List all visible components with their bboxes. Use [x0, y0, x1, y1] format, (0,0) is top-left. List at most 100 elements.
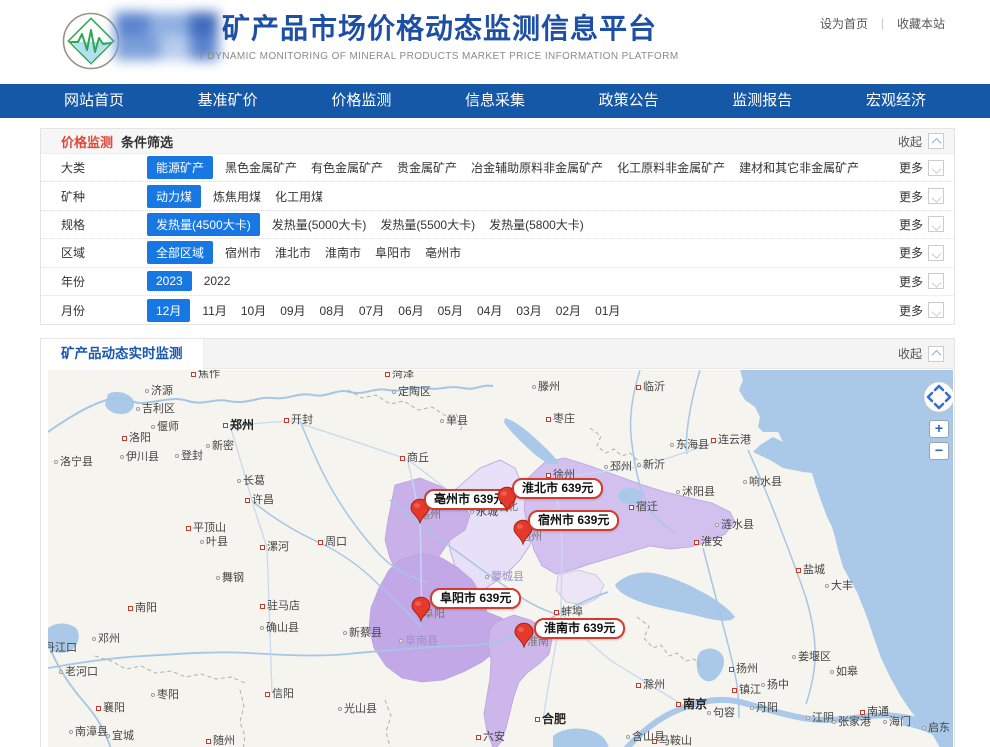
filter-option-selected[interactable]: 12月	[147, 299, 190, 322]
nav-item-3[interactable]: 价格监测	[331, 84, 391, 118]
filter-option[interactable]: 发热量(5000大卡)	[270, 213, 369, 236]
monitor-collapse-button[interactable]: 收起	[898, 345, 944, 362]
filter-option-selected[interactable]: 发热量(4500大卡)	[147, 213, 260, 236]
nav-item-1[interactable]: 网站首页	[64, 84, 124, 118]
map-city-label: 滁州	[636, 678, 665, 692]
filter-option[interactable]: 化工原料非金属矿产	[615, 156, 727, 179]
price-label-bubble[interactable]: 淮北市 639元	[512, 478, 603, 499]
favorite-link[interactable]: 收藏本站	[897, 15, 945, 32]
filter-option[interactable]: 05月	[436, 299, 465, 322]
map-pan-control[interactable]	[922, 380, 953, 414]
filter-option[interactable]: 01月	[593, 299, 622, 322]
county-marker-icon	[392, 390, 396, 394]
filter-option[interactable]: 发热量(5800大卡)	[487, 213, 586, 236]
price-label-bubble[interactable]: 阜阳市 639元	[430, 588, 521, 609]
city-marker-icon	[535, 717, 540, 722]
filter-option-selected[interactable]: 能源矿产	[147, 156, 213, 179]
map-city-label: 宜城	[106, 729, 134, 743]
county-marker-icon	[485, 575, 489, 579]
map-city-label: 姜堰区	[792, 650, 831, 664]
set-home-link[interactable]: 设为首页	[820, 15, 868, 32]
filter-option[interactable]: 建材和其它非金属矿产	[737, 156, 861, 179]
monitor-tab[interactable]: 矿产品动态实时监测	[41, 339, 204, 369]
filter-option[interactable]: 淮北市	[273, 241, 313, 264]
city-name: 邓州	[98, 632, 120, 646]
more-button[interactable]: 更多	[899, 244, 944, 261]
filter-option[interactable]: 02月	[554, 299, 583, 322]
map-canvas[interactable]: 焦作济源吉利区偃师洛阳洛宁县伊川县登封新密郑州开封菏泽定陶区单县商丘长葛许昌平顶…	[48, 370, 953, 747]
filter-option[interactable]: 淮南市	[323, 241, 363, 264]
city-name: 南京	[683, 697, 707, 711]
filter-option[interactable]: 黑色金属矿产	[223, 156, 299, 179]
city-name: 商丘	[407, 451, 429, 465]
chevron-down-icon[interactable]	[928, 302, 944, 318]
more-button[interactable]: 更多	[899, 159, 944, 176]
filter-option[interactable]: 2022	[202, 271, 233, 291]
price-pin-icon[interactable]	[410, 596, 432, 622]
map-city-label: 驻马店	[260, 599, 300, 613]
chevron-up-icon[interactable]	[928, 133, 944, 149]
filter-option[interactable]: 有色金属矿产	[309, 156, 385, 179]
city-name: 登封	[181, 449, 203, 463]
more-button[interactable]: 更多	[899, 273, 944, 290]
chevron-down-icon[interactable]	[928, 160, 944, 176]
chevron-down-icon[interactable]	[928, 216, 944, 232]
filter-option[interactable]: 阜阳市	[373, 241, 413, 264]
chevron-down-icon[interactable]	[928, 273, 944, 289]
filter-row-label: 月份	[61, 302, 147, 319]
city-name: 合肥	[542, 712, 566, 726]
zoom-in-button[interactable]: +	[929, 420, 949, 438]
filter-option[interactable]: 06月	[396, 299, 425, 322]
county-marker-icon	[604, 465, 608, 469]
nav-item-7[interactable]: 宏观经济	[866, 84, 926, 118]
chevron-down-icon[interactable]	[928, 245, 944, 261]
filter-collapse-button[interactable]: 收起	[898, 133, 944, 150]
map-city-label: 盐城	[796, 563, 825, 577]
chevron-down-icon[interactable]	[928, 188, 944, 204]
filter-option[interactable]: 07月	[357, 299, 386, 322]
zoom-out-button[interactable]: −	[929, 442, 949, 460]
city-name: 襄阳	[103, 701, 125, 715]
filter-option[interactable]: 发热量(5500大卡)	[378, 213, 477, 236]
city-marker-icon	[629, 505, 634, 510]
nav-item-4[interactable]: 信息采集	[465, 84, 525, 118]
city-marker-icon	[546, 473, 551, 478]
chevron-up-icon[interactable]	[928, 346, 944, 362]
filter-option[interactable]: 亳州市	[423, 241, 463, 264]
city-marker-icon	[476, 735, 481, 740]
map-city-label: 漯河	[260, 540, 289, 554]
map-city-label: 菏泽	[385, 370, 414, 381]
filter-option-selected[interactable]: 2023	[147, 271, 192, 291]
price-label-bubble[interactable]: 宿州市 639元	[528, 510, 619, 531]
more-button[interactable]: 更多	[899, 188, 944, 205]
more-button[interactable]: 更多	[899, 216, 944, 233]
filter-option[interactable]: 冶金辅助原料非金属矿产	[469, 156, 605, 179]
nav-item-2[interactable]: 基准矿价	[198, 84, 258, 118]
filter-option[interactable]: 宿州市	[223, 241, 263, 264]
city-name: 句容	[713, 706, 735, 720]
filter-options: 全部区域宿州市淮北市淮南市阜阳市亳州市	[147, 241, 463, 264]
filter-option[interactable]: 化工用煤	[273, 185, 325, 208]
map-city-label: 扬中	[761, 678, 789, 692]
price-pin-icon[interactable]	[513, 622, 535, 648]
more-button[interactable]: 更多	[899, 302, 944, 319]
nav-item-5[interactable]: 政策公告	[599, 84, 659, 118]
filter-option[interactable]: 03月	[514, 299, 543, 322]
filter-option-selected[interactable]: 全部区域	[147, 241, 213, 264]
filter-option[interactable]: 10月	[239, 299, 268, 322]
county-marker-icon	[532, 385, 536, 389]
county-marker-icon	[440, 419, 444, 423]
map-city-label: 随州	[206, 734, 235, 747]
filter-option-selected[interactable]: 动力煤	[147, 185, 201, 208]
filter-option[interactable]: 04月	[475, 299, 504, 322]
filter-option[interactable]: 贵金属矿产	[395, 156, 459, 179]
filter-option[interactable]: 11月	[200, 299, 228, 322]
filter-option[interactable]: 08月	[318, 299, 347, 322]
city-name: 蒙城县	[491, 570, 524, 584]
filter-row-5: 年份20232022更多	[41, 268, 954, 296]
city-name: 宜城	[112, 729, 134, 743]
filter-option[interactable]: 炼焦用煤	[211, 185, 263, 208]
nav-item-6[interactable]: 监测报告	[732, 84, 792, 118]
filter-option[interactable]: 09月	[278, 299, 307, 322]
price-label-bubble[interactable]: 淮南市 639元	[534, 618, 625, 639]
